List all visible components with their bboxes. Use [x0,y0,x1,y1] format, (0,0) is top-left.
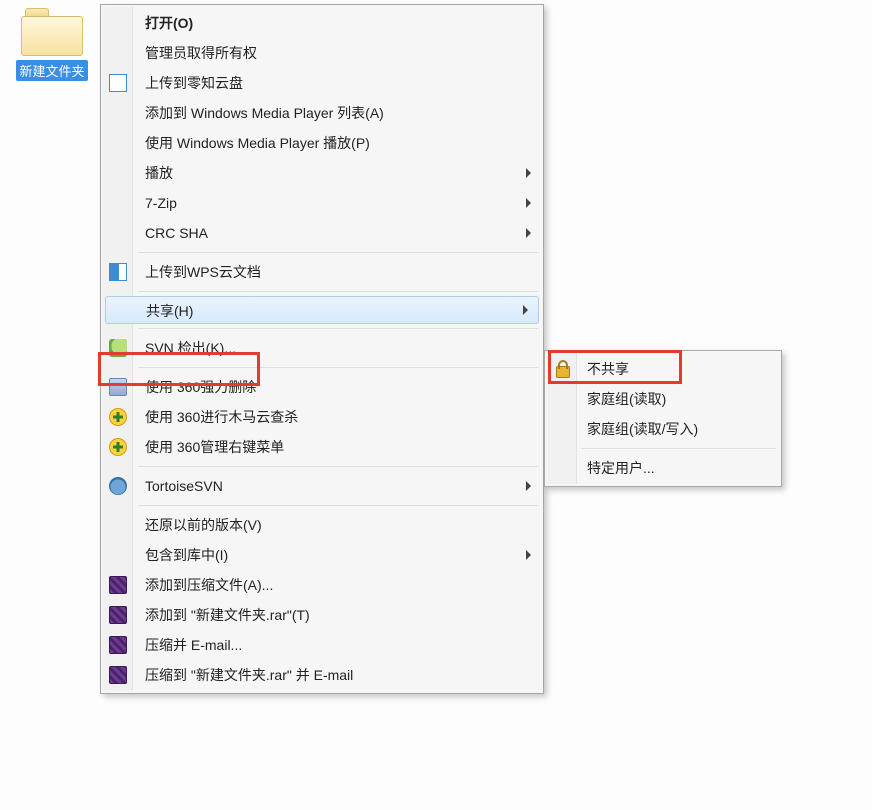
menu-7zip[interactable]: 7-Zip [103,188,541,218]
menu-open-label: 打开(O) [145,15,193,31]
share-submenu: 不共享 家庭组(读取) 家庭组(读取/写入) 特定用户... [544,350,782,487]
menu-svn-checkout-label: SVN 检出(K)... [145,340,236,356]
submenu-homegroup-read[interactable]: 家庭组(读取) [547,384,779,414]
menu-play-wmp[interactable]: 使用 Windows Media Player 播放(P) [103,128,541,158]
menu-upload-wps-label: 上传到WPS云文档 [145,264,261,280]
lock-icon [553,360,571,378]
menu-restore-previous-label: 还原以前的版本(V) [145,517,262,533]
menu-add-wmp-list[interactable]: 添加到 Windows Media Player 列表(A) [103,98,541,128]
menu-compress-named-email[interactable]: 压缩到 "新建文件夹.rar" 并 E-mail [103,660,541,690]
menu-play-wmp-label: 使用 Windows Media Player 播放(P) [145,135,370,151]
menu-360-scan-label: 使用 360进行木马云查杀 [145,409,298,425]
menu-upload-cloud[interactable]: 上传到零知云盘 [103,68,541,98]
submenu-homegroup-read-label: 家庭组(读取) [587,391,666,407]
menu-share[interactable]: 共享(H) [105,296,539,324]
menu-360-delete[interactable]: 使用 360强力删除 [103,372,541,402]
menu-separator [138,367,538,368]
menu-separator [138,466,538,467]
menu-360-delete-label: 使用 360强力删除 [145,379,256,395]
menu-add-wmp-list-label: 添加到 Windows Media Player 列表(A) [145,105,384,121]
menu-add-archive-named[interactable]: 添加到 "新建文件夹.rar"(T) [103,600,541,630]
menu-add-archive[interactable]: 添加到压缩文件(A)... [103,570,541,600]
cloud-upload-icon [109,74,127,92]
plus-circle-icon [109,438,127,456]
submenu-arrow-icon [526,550,531,560]
menu-play[interactable]: 播放 [103,158,541,188]
menu-upload-cloud-label: 上传到零知云盘 [145,75,243,91]
folder-context-menu: 打开(O) 管理员取得所有权 上传到零知云盘 添加到 Windows Media… [100,4,544,694]
menu-360-scan[interactable]: 使用 360进行木马云查杀 [103,402,541,432]
submenu-specific-users-label: 特定用户... [587,460,655,476]
submenu-specific-users[interactable]: 特定用户... [547,453,779,483]
tortoise-icon [109,477,127,495]
menu-360-manage[interactable]: 使用 360管理右键菜单 [103,432,541,462]
menu-separator [138,291,538,292]
folder-icon [21,8,83,58]
menu-tortoisesvn[interactable]: TortoiseSVN [103,471,541,501]
menu-share-label: 共享(H) [146,303,193,319]
archive-icon [109,636,127,654]
submenu-arrow-icon [526,228,531,238]
menu-take-ownership-label: 管理员取得所有权 [145,45,257,61]
wps-icon [109,263,127,281]
menu-separator [138,252,538,253]
menu-separator [138,328,538,329]
menu-open[interactable]: 打开(O) [103,8,541,38]
menu-add-archive-label: 添加到压缩文件(A)... [145,577,273,593]
submenu-no-share-label: 不共享 [587,361,629,377]
submenu-no-share[interactable]: 不共享 [547,354,779,384]
menu-compress-email-label: 压缩并 E-mail... [145,637,242,653]
archive-icon [109,666,127,684]
folder-desktop-item[interactable]: 新建文件夹 [8,4,96,84]
menu-separator [581,448,776,449]
menu-restore-previous[interactable]: 还原以前的版本(V) [103,510,541,540]
menu-upload-wps[interactable]: 上传到WPS云文档 [103,257,541,287]
menu-compress-email[interactable]: 压缩并 E-mail... [103,630,541,660]
submenu-arrow-icon [526,168,531,178]
menu-crc-sha-label: CRC SHA [145,225,208,241]
menu-crc-sha[interactable]: CRC SHA [103,218,541,248]
archive-icon [109,606,127,624]
menu-360-manage-label: 使用 360管理右键菜单 [145,439,284,455]
menu-add-archive-named-label: 添加到 "新建文件夹.rar"(T) [145,607,310,623]
svn-checkout-icon [109,339,127,357]
plus-circle-icon [109,408,127,426]
menu-separator [138,505,538,506]
menu-7zip-label: 7-Zip [145,195,177,211]
submenu-homegroup-rw-label: 家庭组(读取/写入) [587,421,698,437]
menu-include-library[interactable]: 包含到库中(I) [103,540,541,570]
menu-tortoisesvn-label: TortoiseSVN [145,478,223,494]
menu-take-ownership[interactable]: 管理员取得所有权 [103,38,541,68]
menu-play-label: 播放 [145,165,173,181]
trash-icon [109,378,127,396]
submenu-arrow-icon [526,481,531,491]
submenu-homegroup-rw[interactable]: 家庭组(读取/写入) [547,414,779,444]
menu-svn-checkout[interactable]: SVN 检出(K)... [103,333,541,363]
menu-compress-named-email-label: 压缩到 "新建文件夹.rar" 并 E-mail [145,667,353,683]
menu-include-library-label: 包含到库中(I) [145,547,228,563]
archive-icon [109,576,127,594]
submenu-arrow-icon [526,198,531,208]
folder-label: 新建文件夹 [16,60,87,81]
submenu-arrow-icon [523,305,528,315]
